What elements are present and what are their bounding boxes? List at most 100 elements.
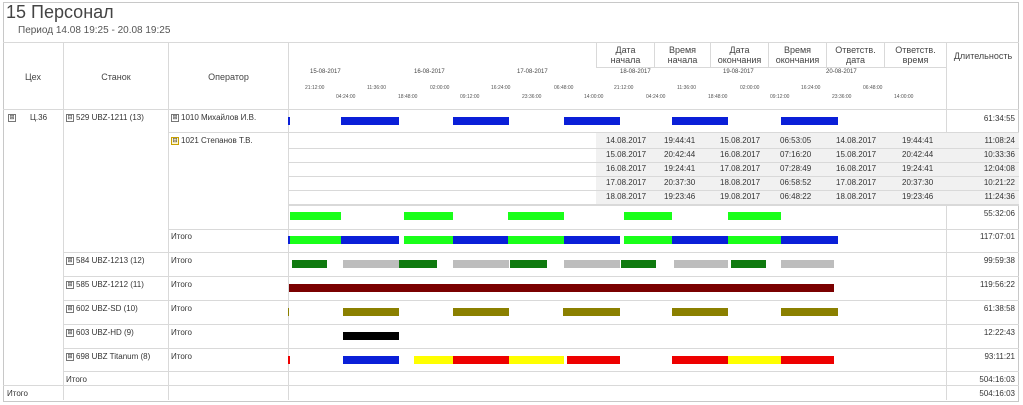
gantt-bar-blue[interactable] <box>564 117 620 125</box>
machine-row-529[interactable]: ⊟ 529 UBZ-1211 (13) <box>66 113 144 122</box>
gantt-bar-red[interactable] <box>453 356 509 364</box>
operator-row-1021[interactable]: ⊟ 1021 Степанов Т.В. <box>171 136 253 145</box>
gantt-bar-green[interactable] <box>728 212 781 220</box>
axis-date-label: 18-08-2017 <box>620 69 651 75</box>
gantt-bar-olive[interactable] <box>453 308 509 316</box>
gantt-bar-green[interactable] <box>508 212 564 220</box>
gantt-bar-yellow[interactable] <box>509 356 564 364</box>
shift-cell: 06:48:22 <box>780 192 812 201</box>
axis-time-label: 02:00:00 <box>740 85 760 91</box>
gantt-bar-olive[interactable] <box>563 308 620 316</box>
gantt-bar-green[interactable] <box>290 212 341 220</box>
gantt-bar-olive[interactable] <box>343 308 399 316</box>
axis-date-label: 19-08-2017 <box>723 69 754 75</box>
gantt-bar-blue[interactable] <box>672 117 728 125</box>
machine-698-total-duration: 93:11:21 <box>984 352 1015 361</box>
shop-expander[interactable]: ⊞ <box>8 113 18 122</box>
gantt-bar-green[interactable] <box>290 236 341 244</box>
machine-row-603[interactable]: ⊞ 603 UBZ-HD (9) <box>66 328 134 337</box>
gantt-bar-blue[interactable] <box>453 236 509 244</box>
shift-row-line <box>288 190 1019 191</box>
row-line-3 <box>168 229 1019 230</box>
machine-529-total-label: Итого <box>171 232 192 241</box>
gantt-bar-red[interactable] <box>567 356 620 364</box>
gantt-bar-red[interactable] <box>672 356 728 364</box>
gantt-bar-green[interactable] <box>404 212 453 220</box>
gantt-bar-blue[interactable] <box>343 356 399 364</box>
gantt-bar-gray[interactable] <box>564 260 620 268</box>
machine-602-total-label: Итого <box>171 304 192 313</box>
axis-date-label: 16-08-2017 <box>414 69 445 75</box>
gantt-bar-green[interactable] <box>728 236 781 244</box>
shift-cell: 15.08.2017 <box>606 150 647 159</box>
machine-row-602[interactable]: ⊞ 602 UBZ-SD (10) <box>66 304 138 313</box>
shift-cell: 19:24:41 <box>902 164 934 173</box>
gantt-bar-olive[interactable] <box>288 308 289 316</box>
shift-cell: 14.08.2017 <box>606 136 647 145</box>
gantt-bar-dark-green[interactable] <box>510 260 547 268</box>
shift-duration-cell: 11:08:24 <box>984 136 1015 145</box>
shift-cell: 20:42:44 <box>664 150 696 159</box>
gantt-bar-gray[interactable] <box>674 260 728 268</box>
machine-585-total-label: Итого <box>171 280 192 289</box>
row-line-4 <box>63 252 1019 253</box>
col-divider-operator <box>288 42 289 400</box>
gantt-bar-gray[interactable] <box>781 260 834 268</box>
gantt-bar-blue[interactable] <box>341 236 399 244</box>
gantt-bar-green[interactable] <box>624 212 672 220</box>
shop-total-duration: 504:16:03 <box>979 375 1015 384</box>
gantt-bar-yellow[interactable] <box>728 356 781 364</box>
gantt-bar-gray[interactable] <box>343 260 399 268</box>
row-line-5 <box>63 276 1019 277</box>
machine-584-total-label: Итого <box>171 256 192 265</box>
table-header-line <box>596 67 946 68</box>
gantt-bar-green[interactable] <box>624 236 672 244</box>
gantt-bar-green[interactable] <box>404 236 453 244</box>
gantt-bar-blue[interactable] <box>288 117 290 125</box>
shift-cell: 19:23:46 <box>902 192 934 201</box>
axis-time-label: 09:12:00 <box>770 94 790 100</box>
machine-row-584[interactable]: ⊞ 584 UBZ-1213 (12) <box>66 256 144 265</box>
col-header-end-time: Время окончания <box>775 45 820 65</box>
gantt-bar-dark-green[interactable] <box>731 260 766 268</box>
machine-row-585[interactable]: ⊞ 585 UBZ-1212 (11) <box>66 280 144 289</box>
grand-total-duration: 504:16:03 <box>979 389 1015 398</box>
shift-cell: 19:44:41 <box>664 136 696 145</box>
row-line-10 <box>3 385 1019 386</box>
gantt-bar-maroon[interactable] <box>289 284 834 292</box>
shift-duration-cell: 12:04:08 <box>983 164 1015 173</box>
gantt-bar-dark-green[interactable] <box>621 260 656 268</box>
gantt-bar-blue[interactable] <box>564 236 620 244</box>
col-divider-duration <box>946 42 947 400</box>
gantt-bar-dark-green[interactable] <box>399 260 437 268</box>
axis-time-label: 14:00:00 <box>894 94 914 100</box>
machine-603-total-label: Итого <box>171 328 192 337</box>
gantt-bar-red[interactable] <box>288 356 290 364</box>
machine-row-698[interactable]: ⊞ 698 UBZ Titanum (8) <box>66 352 150 361</box>
gantt-bar-gray[interactable] <box>453 260 509 268</box>
gantt-bar-green[interactable] <box>508 236 564 244</box>
col-header-resp-date: Ответств. дата <box>835 45 876 65</box>
shift-duration-cell: 11:24:36 <box>984 192 1015 201</box>
gantt-bar-blue[interactable] <box>453 117 509 125</box>
gantt-bar-blue[interactable] <box>781 236 838 244</box>
gantt-bar-blue[interactable] <box>341 117 399 125</box>
axis-date-label: 17-08-2017 <box>517 69 548 75</box>
col-header-end-date: Дата окончания <box>717 45 762 65</box>
gantt-bar-olive[interactable] <box>672 308 728 316</box>
machine-529-total-duration: 117:07:01 <box>980 232 1015 241</box>
header-bottom-line <box>3 109 1019 110</box>
gantt-bar-yellow[interactable] <box>414 356 453 364</box>
gantt-bar-olive[interactable] <box>781 308 838 316</box>
shift-cell: 18.08.2017 <box>836 192 877 201</box>
gantt-bar-blue[interactable] <box>781 117 838 125</box>
gantt-bar-black[interactable] <box>343 332 399 340</box>
gantt-bar-dark-green[interactable] <box>292 260 327 268</box>
operator-row-1010[interactable]: ⊞ 1010 Михайлов И.В. <box>171 113 256 122</box>
shift-cell: 16.08.2017 <box>836 164 877 173</box>
shift-cell: 16.08.2017 <box>720 150 761 159</box>
axis-time-label: 04:24:00 <box>646 94 666 100</box>
gantt-bar-blue[interactable] <box>672 236 728 244</box>
axis-time-label: 06:48:00 <box>863 85 883 91</box>
gantt-bar-red[interactable] <box>781 356 834 364</box>
